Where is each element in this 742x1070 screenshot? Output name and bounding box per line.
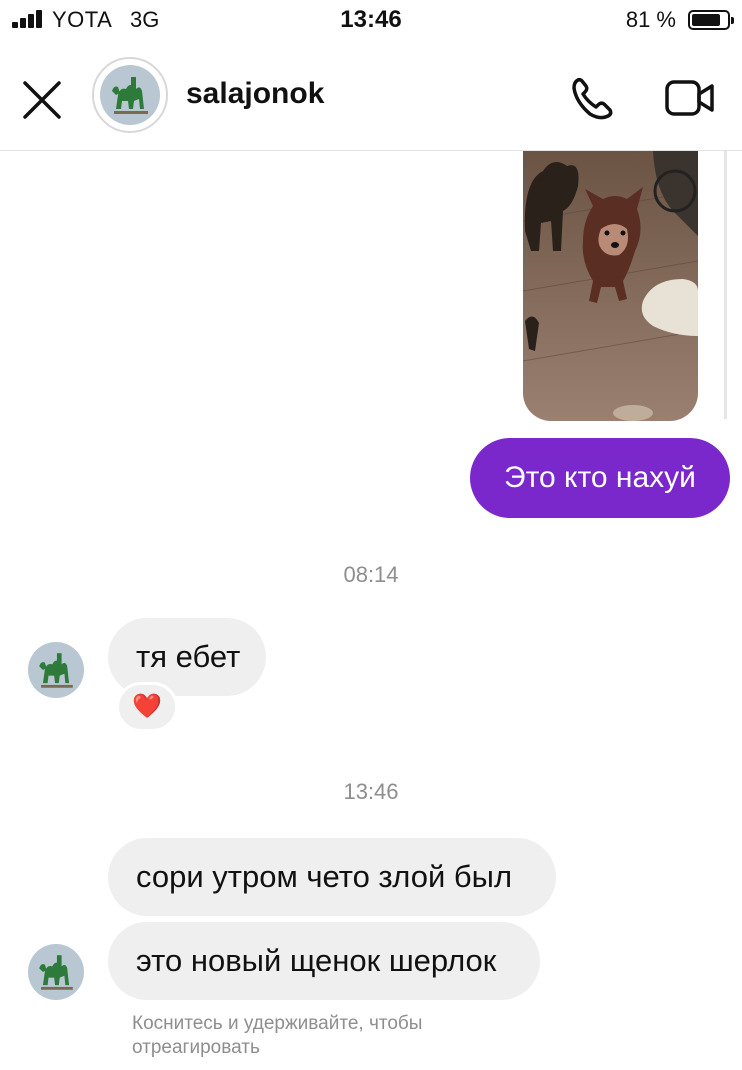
incoming-message[interactable]: это новый щенок шерлок <box>108 922 540 1000</box>
avatar[interactable] <box>92 57 168 133</box>
heart-reaction[interactable]: ❤️ <box>116 682 178 732</box>
heart-icon: ❤️ <box>132 693 162 720</box>
sender-avatar[interactable] <box>28 642 84 698</box>
reaction-hint: Коснитесь и удерживайте, чтобы отреагиро… <box>132 1013 423 1058</box>
battery-percent: 81 % <box>625 7 676 32</box>
outgoing-message[interactable]: Это кто нахуй <box>470 438 730 518</box>
message-timestamp: 13:46 <box>343 779 399 804</box>
chat-username[interactable]: salajonok <box>186 77 324 111</box>
close-icon[interactable] <box>20 78 64 122</box>
battery-icon <box>688 10 734 30</box>
message-timestamp: 08:14 <box>343 562 399 587</box>
sender-avatar[interactable] <box>28 944 84 1000</box>
scroll-indicator[interactable] <box>724 151 727 419</box>
phone-icon[interactable] <box>568 74 616 122</box>
video-camera-icon[interactable] <box>664 76 716 120</box>
chat-header: salajonok <box>0 44 742 151</box>
photo-message[interactable] <box>523 151 698 421</box>
incoming-message[interactable]: сори утром чето злой был <box>108 838 556 916</box>
status-bar: YOTA 3G 13:46 81 % <box>0 0 742 44</box>
